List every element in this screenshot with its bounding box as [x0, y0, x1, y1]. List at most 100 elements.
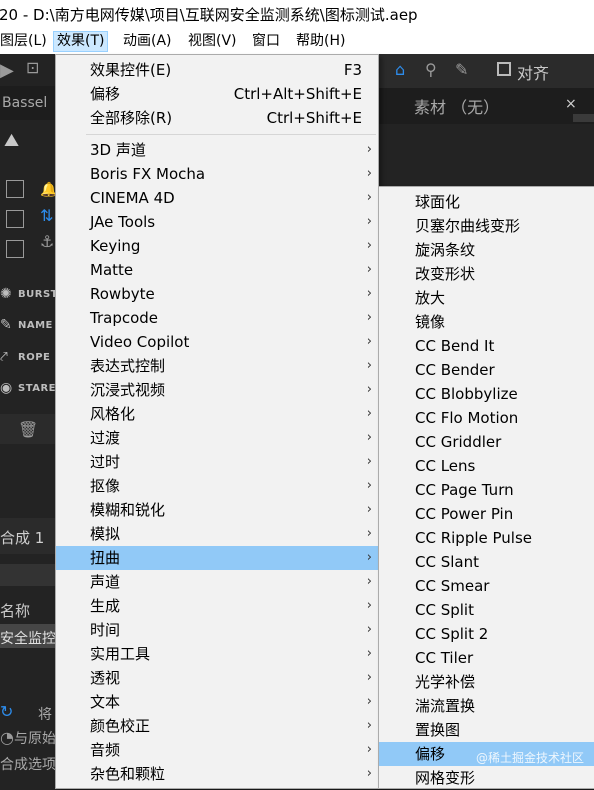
puppet-icon[interactable]: ⚲ [425, 60, 437, 79]
menu-item-category[interactable]: 颜色校正 › [56, 714, 378, 738]
menu-item-category[interactable]: Matte › [56, 258, 378, 282]
menu-item-category[interactable]: 3D 声道 › [56, 138, 378, 162]
swap-icon[interactable]: ⇅ [40, 206, 53, 225]
menu-help[interactable]: 帮助(H) [293, 31, 348, 52]
submenu-item-distort-effect[interactable]: 改变形状 [379, 262, 594, 286]
burst-label[interactable]: BURST [18, 289, 58, 300]
comp-tab[interactable]: 合成 1 [0, 527, 44, 548]
submenu-item-distort-effect[interactable]: CC Ripple Pulse [379, 526, 594, 550]
grid-icon[interactable]: ⊡ [26, 58, 39, 77]
menu-item-category[interactable]: 透视 › [56, 666, 378, 690]
submenu-item-distort-effect[interactable]: CC Power Pin [379, 502, 594, 526]
menu-item-category[interactable]: 模糊和锐化 › [56, 498, 378, 522]
toolbar-right: ⌂ ⚲ ✎ 对齐 [377, 54, 594, 88]
submenu-item-distort-effect[interactable]: 网格变形 [379, 766, 594, 790]
submenu-item-distort-effect[interactable]: 旋涡条纹 [379, 238, 594, 262]
menu-item-category[interactable]: Rowbyte › [56, 282, 378, 306]
submenu-item-distort-effect[interactable]: 置换图 [379, 718, 594, 742]
menu-item-category[interactable]: CINEMA 4D › [56, 186, 378, 210]
submenu-item-distort-effect[interactable]: 球面化 [379, 190, 594, 214]
name-label[interactable]: NAME [18, 320, 53, 331]
chevron-right-icon: › [366, 766, 372, 781]
clock-icon[interactable]: ◔ [0, 728, 14, 747]
menu-item-offset-recent[interactable]: 偏移 Ctrl+Alt+Shift+E [56, 82, 378, 106]
sync-icon[interactable]: ↻ [0, 702, 13, 721]
menu-item-category[interactable]: Keying › [56, 234, 378, 258]
submenu-item-distort-effect[interactable]: CC Smear [379, 574, 594, 598]
trash-icon[interactable]: 🗑 [18, 420, 38, 439]
chevron-right-icon: › [366, 382, 372, 397]
menu-view[interactable]: 视图(V) [185, 31, 240, 52]
close-icon[interactable]: × [565, 96, 577, 112]
submenu-item-distort-effect[interactable]: CC Griddler [379, 430, 594, 454]
submenu-item-distort-effect[interactable]: 湍流置换 [379, 694, 594, 718]
menu-window[interactable]: 窗口 [249, 31, 283, 52]
menu-item-category[interactable]: 过渡 › [56, 426, 378, 450]
submenu-item-distort-effect[interactable]: CC Bend It [379, 334, 594, 358]
menu-item-category[interactable]: 实用工具 › [56, 642, 378, 666]
stare-label[interactable]: STARE [18, 383, 56, 394]
menu-item-category[interactable]: 抠像 › [56, 474, 378, 498]
menu-item-category[interactable]: 沉浸式视频 › [56, 378, 378, 402]
align-checkbox[interactable] [497, 62, 511, 76]
menu-item-category[interactable]: 音频 › [56, 738, 378, 762]
pen-icon: ✎ [0, 317, 12, 333]
bottom-text-3: 合成选项 [0, 757, 56, 773]
menu-layer[interactable]: 图层(L) [0, 31, 50, 52]
menu-item-category[interactable]: Boris FX Mocha › [56, 162, 378, 186]
menu-item-category[interactable]: 模拟 › [56, 522, 378, 546]
menu-item-category[interactable]: 时间 › [56, 618, 378, 642]
anchor-top-button[interactable] [6, 180, 24, 198]
name-column-header[interactable]: 名称 [0, 600, 30, 621]
anchor-bottom-button[interactable] [6, 240, 24, 258]
submenu-item-distort-effect[interactable]: CC Page Turn [379, 478, 594, 502]
camera-icon[interactable]: ▶ [0, 60, 14, 81]
menu-item-category[interactable]: 过时 › [56, 450, 378, 474]
submenu-item-distort-effect[interactable]: CC Split [379, 598, 594, 622]
menu-item-category[interactable]: Trapcode › [56, 306, 378, 330]
menu-item-category[interactable]: 表达式控制 › [56, 354, 378, 378]
submenu-item-distort-effect[interactable]: CC Slant [379, 550, 594, 574]
menu-item-category[interactable]: 声道 › [56, 570, 378, 594]
menu-item-category[interactable]: 生成 › [56, 594, 378, 618]
footage-tab[interactable]: 素材 （无） [414, 94, 499, 118]
chevron-right-icon: › [366, 502, 372, 517]
submenu-item-distort-effect[interactable]: CC Lens [379, 454, 594, 478]
menu-animation[interactable]: 动画(A) [120, 31, 175, 52]
distort-submenu: 球面化 贝塞尔曲线变形 旋涡条纹 改变形状 放大 镜像 CC Bend It CC Bende… [378, 186, 594, 789]
menu-item-category[interactable]: 扭曲 › [56, 546, 378, 570]
chevron-right-icon: › [366, 670, 372, 685]
title-bar: 20 - D:\南方电网传媒\项目\互联网安全监测系统\图标测试.aep [0, 0, 594, 31]
pin-icon[interactable]: ✎ [455, 60, 468, 79]
submenu-item-distort-effect[interactable]: CC Flo Motion [379, 406, 594, 430]
snap-icon[interactable]: ⌂ [395, 60, 405, 79]
menu-item-category[interactable]: 文本 › [56, 690, 378, 714]
submenu-item-distort-effect[interactable]: CC Blobbylize [379, 382, 594, 406]
menu-item-category[interactable]: 风格化 › [56, 402, 378, 426]
layer-name[interactable]: 安全监控 [0, 628, 56, 648]
submenu-item-distort-effect[interactable]: CC Split 2 [379, 622, 594, 646]
chevron-right-icon: › [366, 550, 372, 565]
anchor-icon[interactable]: ⚓ [40, 232, 54, 251]
chevron-right-icon: › [366, 718, 372, 733]
menu-item-remove-all[interactable]: 全部移除(R) Ctrl+Shift+E [56, 106, 378, 130]
menu-item-effect-controls[interactable]: 效果控件(E) F3 [56, 58, 378, 82]
submenu-item-distort-effect[interactable]: 镜像 [379, 310, 594, 334]
submenu-item-distort-effect[interactable]: 光学补偿 [379, 670, 594, 694]
burst-icon: ✺ [0, 286, 12, 302]
menu-item-category[interactable]: JAe Tools › [56, 210, 378, 234]
chevron-right-icon: › [366, 430, 372, 445]
submenu-item-distort-effect[interactable]: 贝塞尔曲线变形 [379, 214, 594, 238]
window-title: 20 - D:\南方电网传媒\项目\互联网安全监测系统\图标测试.aep [0, 6, 418, 24]
submenu-item-distort-effect[interactable]: CC Bender [379, 358, 594, 382]
chevron-right-icon: › [366, 694, 372, 709]
chevron-right-icon: › [366, 166, 372, 181]
footage-tab-bar: 素材 （无） × [377, 88, 594, 124]
menu-effects[interactable]: 效果(T) [53, 31, 109, 52]
rope-label[interactable]: ROPE [18, 352, 50, 363]
submenu-item-distort-effect[interactable]: 放大 [379, 286, 594, 310]
submenu-item-distort-effect[interactable]: CC Tiler [379, 646, 594, 670]
anchor-mid-button[interactable] [6, 210, 24, 228]
menu-item-category[interactable]: 杂色和颗粒 › [56, 762, 378, 786]
menu-item-category[interactable]: Video Copilot › [56, 330, 378, 354]
